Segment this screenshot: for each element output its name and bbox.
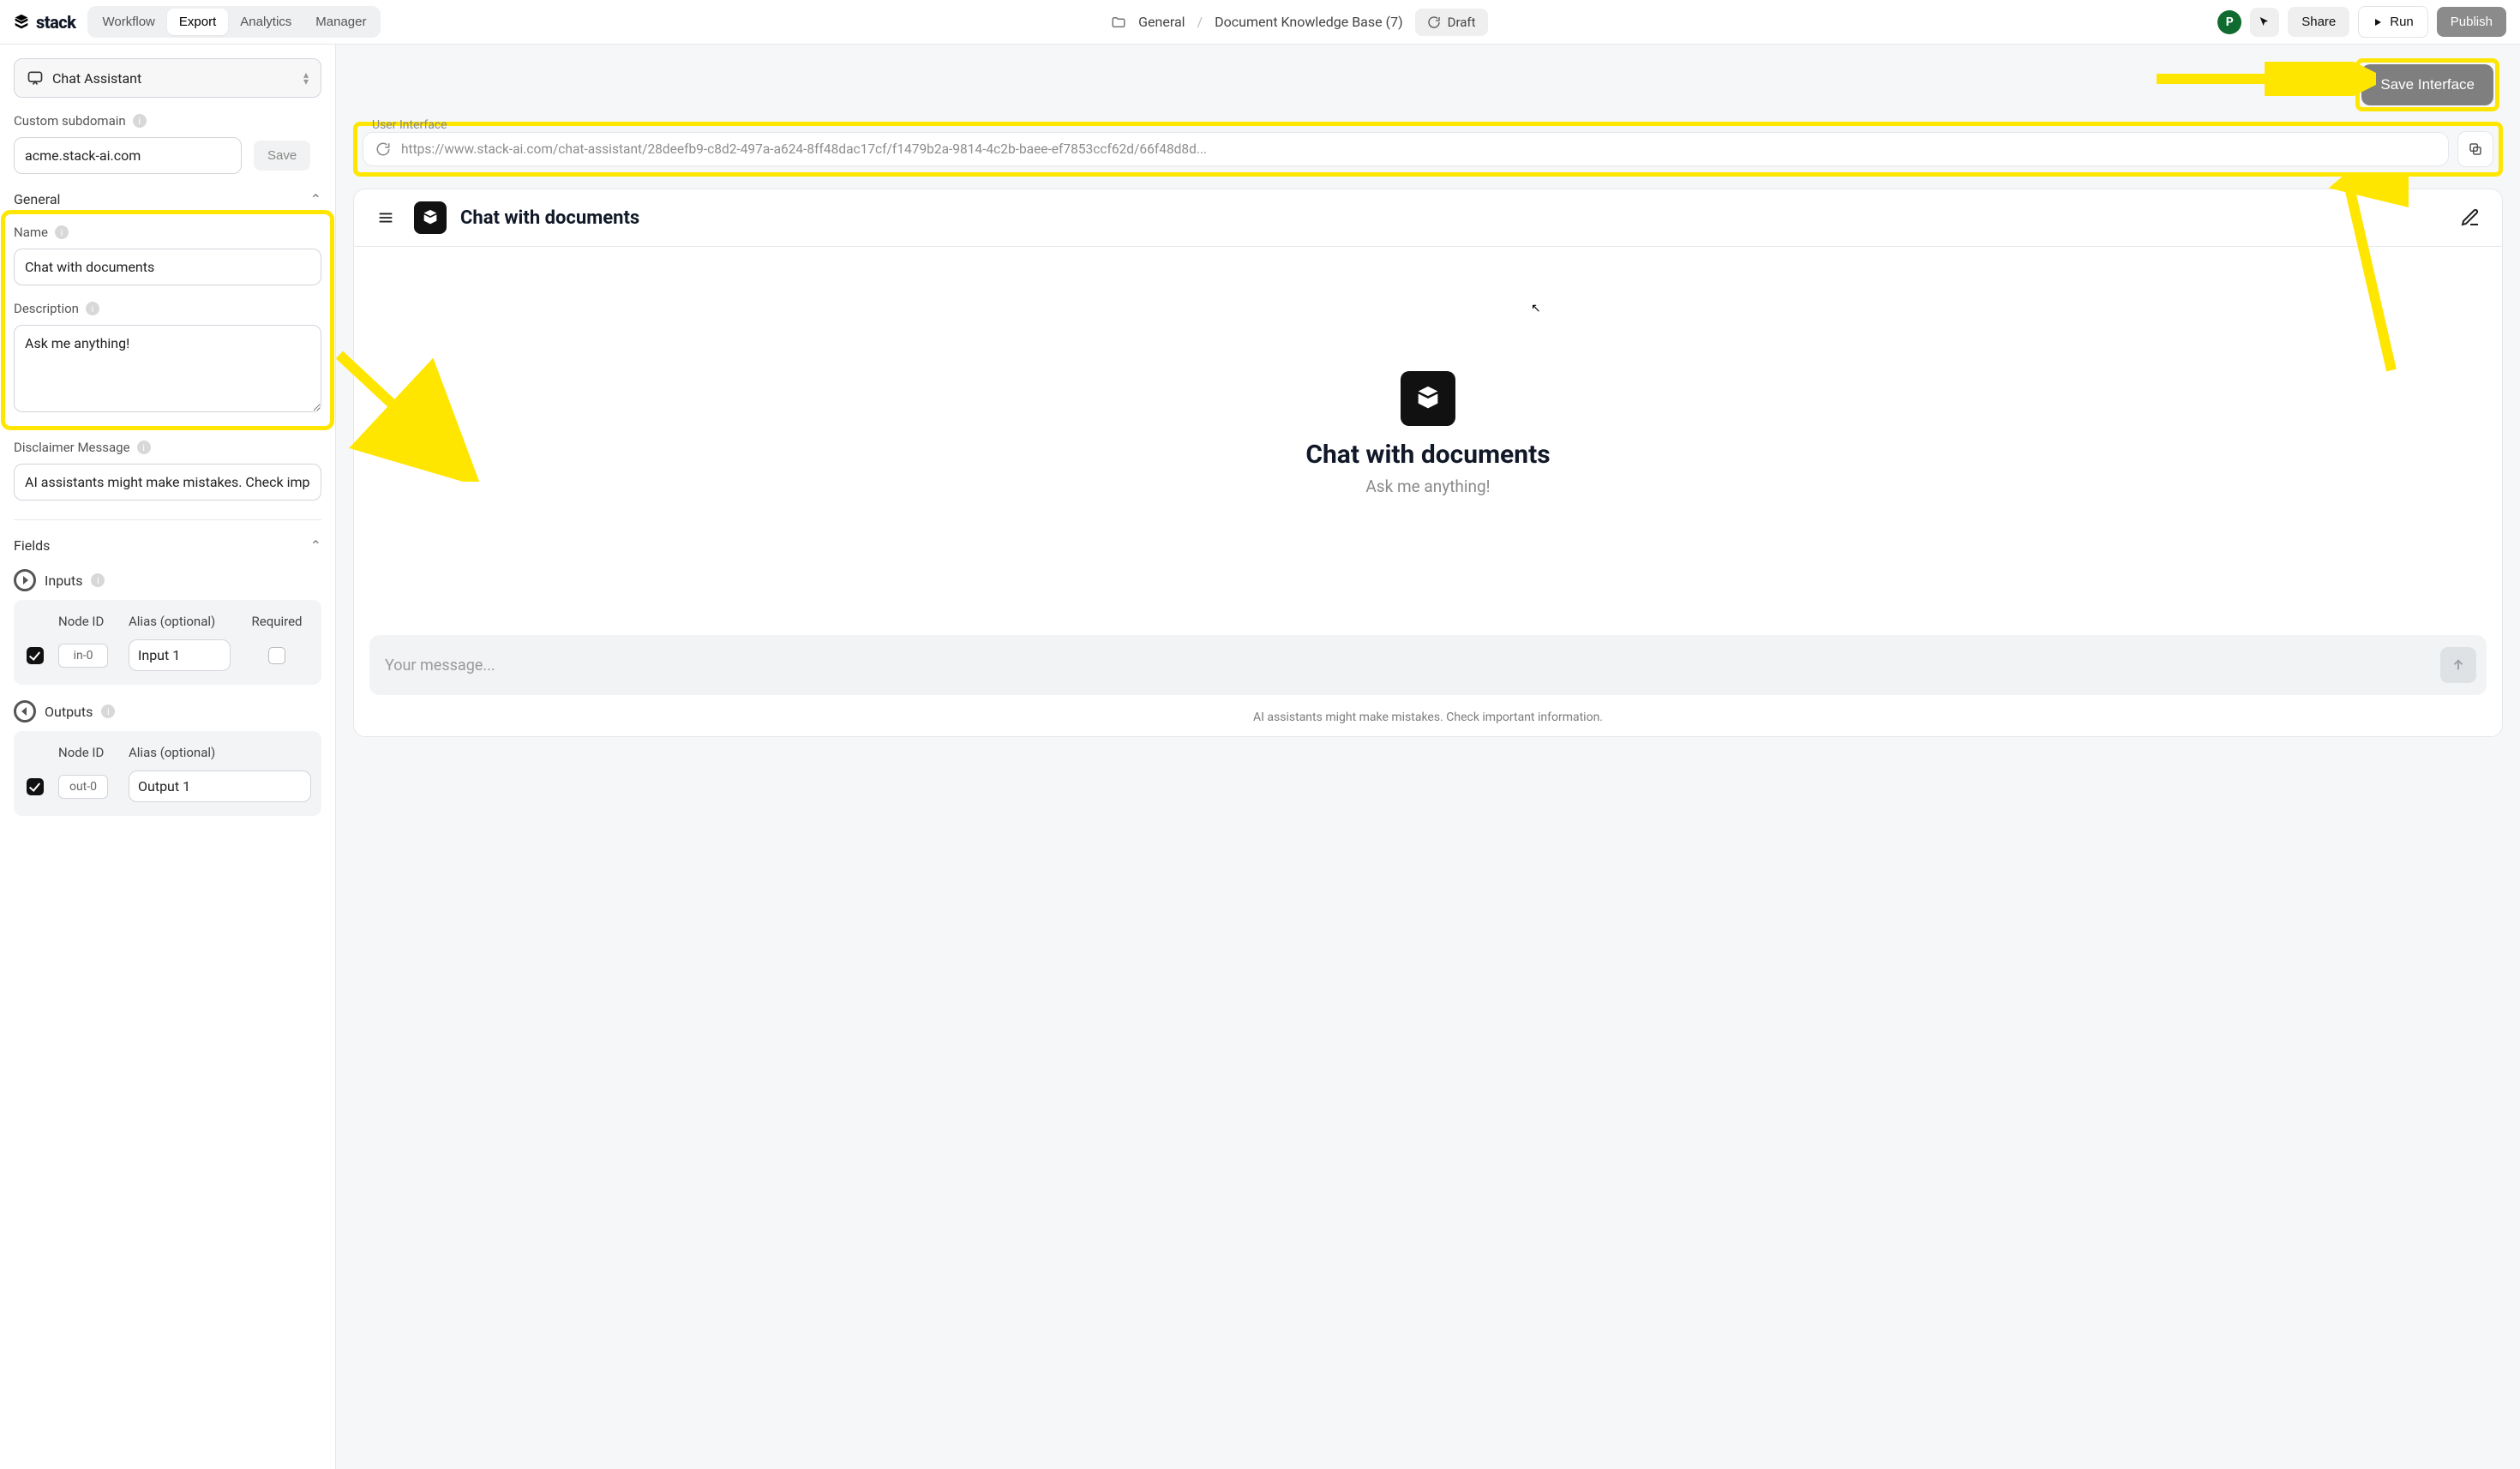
tab-export[interactable]: Export (167, 9, 228, 35)
chat-preview: Chat with documents Chat with (353, 189, 2503, 737)
save-interface-button[interactable]: Save Interface (2361, 64, 2493, 105)
info-icon: i (91, 573, 105, 587)
info-icon: i (55, 225, 69, 239)
breadcrumb-page[interactable]: Document Knowledge Base (7) (1215, 14, 1402, 30)
inputs-header: Inputs i (14, 569, 321, 591)
input-icon (14, 569, 36, 591)
publish-button[interactable]: Publish (2437, 7, 2506, 37)
cube-logo-icon (421, 208, 440, 227)
cursor-icon (2258, 15, 2271, 29)
tab-manager[interactable]: Manager (303, 9, 378, 35)
preview-message-input[interactable]: Your message... (369, 635, 2487, 695)
tab-analytics[interactable]: Analytics (228, 9, 303, 35)
chevron-up-icon: ⌃ (310, 537, 321, 554)
input-node-id: in-0 (58, 644, 108, 668)
copy-url-button[interactable] (2457, 131, 2493, 167)
info-icon: i (101, 705, 115, 718)
folder-icon (1111, 15, 1126, 30)
info-icon: i (86, 302, 99, 315)
th-node-id: Node ID (58, 614, 117, 629)
highlight-name-desc: Namei Descriptioni (7, 216, 328, 424)
input-row: in-0 (24, 634, 311, 676)
cursor-mode-button[interactable] (2250, 8, 2279, 37)
run-button[interactable]: Run (2358, 6, 2428, 38)
share-button[interactable]: Share (2288, 7, 2349, 37)
mouse-cursor-icon: ↖ (1531, 302, 1541, 315)
top-bar: stack Workflow Export Analytics Manager … (0, 0, 2520, 45)
top-tabs: Workflow Export Analytics Manager (87, 6, 381, 38)
interface-type-select[interactable]: Chat Assistant ▴▾ (14, 58, 321, 98)
preview-heading: Chat with documents (1305, 440, 1550, 470)
description-input[interactable] (14, 325, 321, 412)
preview-app-logo (414, 201, 447, 234)
th-node-id: Node ID (58, 745, 117, 760)
refresh-icon (375, 141, 391, 157)
url-field[interactable]: https://www.stack-ai.com/chat-assistant/… (363, 132, 2449, 166)
name-input[interactable] (14, 249, 321, 285)
preview-subheading: Ask me anything! (1365, 477, 1490, 496)
input-alias-input[interactable] (129, 639, 231, 671)
save-subdomain-button[interactable]: Save (254, 141, 310, 171)
breadcrumb-folder[interactable]: General (1138, 14, 1185, 30)
workspace: Save Interface User Interface https://ww… (336, 45, 2520, 1469)
subdomain-label: Custom subdomaini (14, 113, 321, 129)
input-enabled-checkbox[interactable] (27, 647, 44, 664)
th-alias: Alias (optional) (129, 614, 231, 629)
draft-icon (1427, 15, 1441, 29)
section-fields[interactable]: Fields ⌃ (14, 537, 321, 554)
section-general[interactable]: General ⌃ (14, 191, 321, 207)
top-right-controls: P Share Run Publish (2217, 6, 2506, 38)
preview-message-placeholder: Your message... (385, 657, 2432, 675)
th-alias: Alias (optional) (129, 745, 311, 760)
breadcrumb: General / Document Knowledge Base (7) Dr… (1111, 9, 1487, 36)
preview-disclaimer: AI assistants might make mistakes. Check… (354, 711, 2502, 736)
send-button[interactable] (2440, 647, 2476, 683)
input-required-checkbox[interactable] (268, 647, 285, 664)
copy-icon (2468, 141, 2483, 157)
output-node-id: out-0 (58, 775, 108, 799)
preview-menu-button[interactable] (371, 203, 400, 232)
disclaimer-input[interactable] (14, 464, 321, 501)
disclaimer-label: Disclaimer Messagei (14, 440, 321, 455)
highlight-url-bar: https://www.stack-ai.com/chat-assistant/… (353, 122, 2503, 177)
hamburger-icon (376, 208, 395, 227)
outputs-table: Node ID Alias (optional) out-0 (14, 731, 321, 816)
highlight-save-interface: Save Interface (2355, 58, 2499, 111)
chat-icon (27, 69, 44, 87)
url-text: https://www.stack-ai.com/chat-assistant/… (401, 141, 1207, 157)
avatar[interactable]: P (2217, 10, 2241, 34)
output-row: out-0 (24, 765, 311, 807)
chevron-up-icon: ⌃ (310, 191, 321, 207)
status-draft-pill[interactable]: Draft (1415, 9, 1488, 36)
stack-logo-icon (12, 13, 31, 32)
output-enabled-checkbox[interactable] (27, 778, 44, 795)
outputs-header: Outputs i (14, 700, 321, 723)
chevron-updown-icon: ▴▾ (303, 71, 309, 85)
preview-title: Chat with documents (460, 207, 639, 229)
breadcrumb-separator: / (1197, 14, 1203, 30)
output-alias-input[interactable] (129, 770, 311, 802)
description-label: Descriptioni (14, 301, 321, 316)
subdomain-input[interactable] (14, 137, 242, 174)
info-icon: i (137, 441, 151, 454)
config-sidebar: Chat Assistant ▴▾ Custom subdomaini Save… (0, 45, 336, 1469)
name-label: Namei (14, 225, 321, 240)
th-required: Required (243, 614, 311, 629)
edit-icon (2460, 207, 2481, 228)
info-icon: i (133, 114, 147, 128)
play-icon (2373, 17, 2383, 27)
preview-center-logo (1401, 371, 1455, 426)
output-icon (14, 700, 36, 723)
inputs-table: Node ID Alias (optional) Required in-0 (14, 600, 321, 685)
arrow-up-icon (2451, 657, 2466, 673)
preview-edit-button[interactable] (2456, 203, 2485, 232)
cube-logo-icon (1413, 384, 1443, 413)
tab-workflow[interactable]: Workflow (90, 9, 166, 35)
brand-logo: stack (12, 12, 75, 33)
